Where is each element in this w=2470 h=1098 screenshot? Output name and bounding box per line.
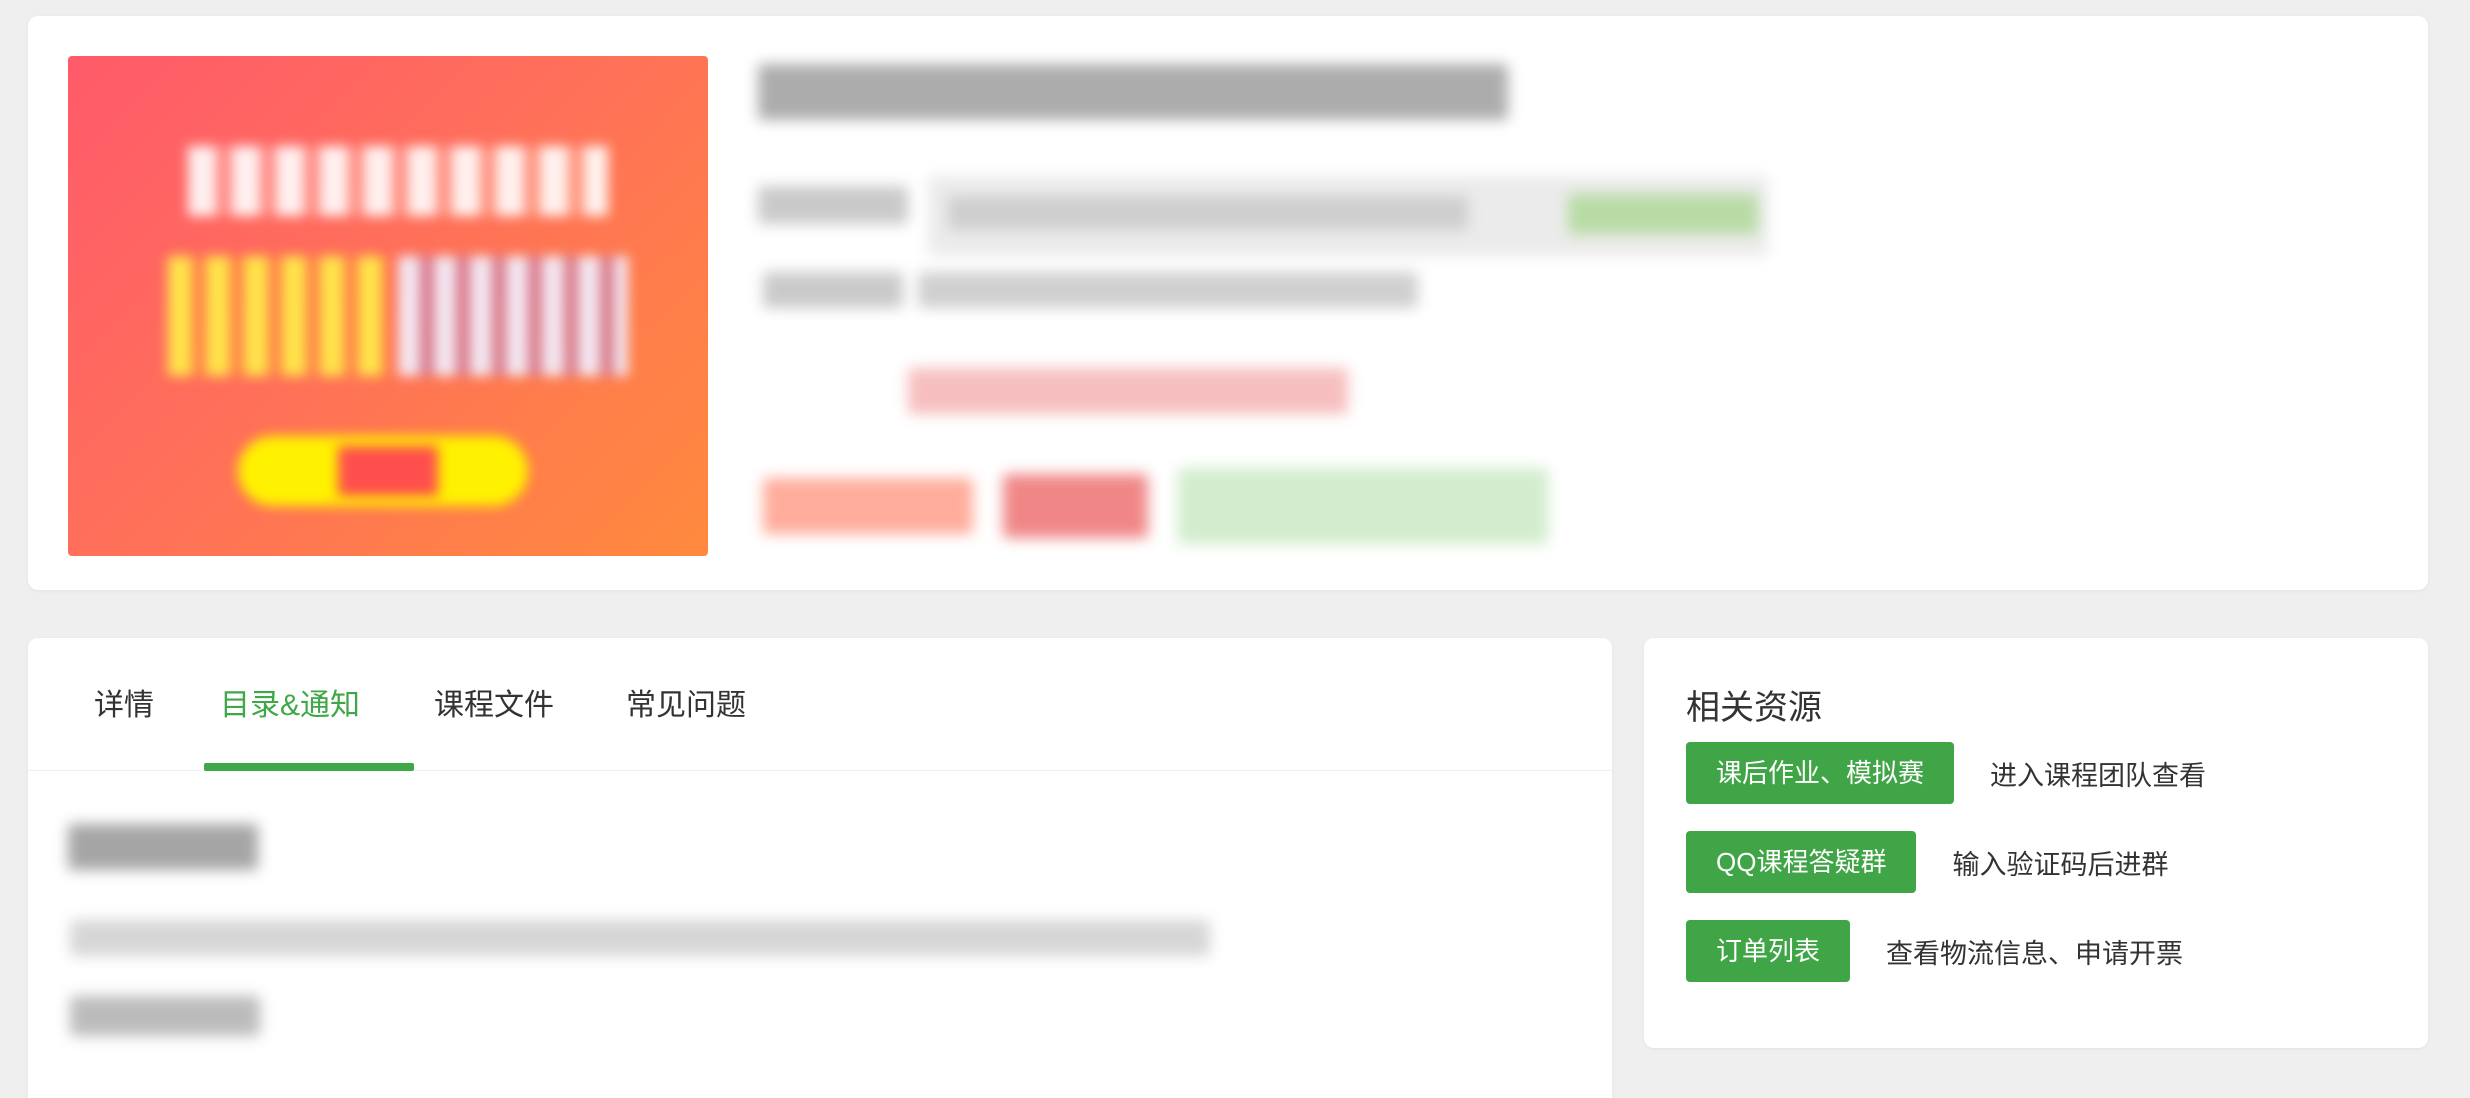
resource-row: 课后作业、模拟赛 进入课程团队查看 [1686, 742, 2206, 804]
course-info-label-redacted [763, 272, 903, 308]
course-price-redacted [908, 368, 1348, 414]
course-header-card [28, 16, 2428, 590]
resource-description: 输入验证码后进群 [1952, 849, 2169, 880]
qq-group-button[interactable]: QQ课程答疑群 [1686, 831, 1917, 893]
cover-blurred-badge [338, 446, 438, 496]
course-action-redacted[interactable] [1178, 468, 1548, 544]
course-info-label-redacted [758, 186, 908, 224]
resource-description: 查看物流信息、申请开票 [1886, 938, 2184, 969]
resource-description: 进入课程团队查看 [1990, 760, 2207, 791]
course-action-redacted [763, 478, 973, 534]
course-info-value-redacted [918, 272, 1418, 308]
resource-row: 订单列表 查看物流信息、申请开票 [1686, 920, 2183, 982]
tab-faq[interactable]: 常见问题 [626, 680, 746, 724]
tab-bar: 详情 目录&通知 课程文件 常见问题 [28, 638, 1612, 771]
course-info-tag-redacted [1568, 194, 1758, 234]
tab-course-files[interactable]: 课程文件 [434, 680, 554, 724]
course-cover-image [68, 56, 708, 556]
cover-blurred-text [188, 146, 608, 216]
cover-blurred-text [398, 256, 628, 376]
cover-blurred-text [168, 256, 388, 376]
tab-catalog-notice[interactable]: 目录&通知 [220, 680, 360, 724]
resources-title: 相关资源 [1686, 689, 1822, 727]
order-list-button[interactable]: 订单列表 [1686, 920, 1851, 982]
course-buy-button-redacted[interactable] [1003, 474, 1148, 538]
course-info-value-redacted [948, 196, 1468, 230]
tab-details[interactable]: 详情 [94, 680, 154, 724]
content-text-redacted [70, 920, 1210, 956]
active-tab-indicator [204, 763, 414, 771]
section-heading-redacted [68, 824, 258, 870]
related-resources-card: 相关资源 课后作业、模拟赛 进入课程团队查看 QQ课程答疑群 输入验证码后进群 … [1644, 638, 2428, 1048]
resource-row: QQ课程答疑群 输入验证码后进群 [1686, 831, 2168, 893]
homework-contest-button[interactable]: 课后作业、模拟赛 [1686, 742, 1955, 804]
course-content-card: 详情 目录&通知 课程文件 常见问题 [28, 638, 1612, 1098]
content-text-redacted [70, 996, 260, 1036]
course-title-redacted [758, 64, 1508, 120]
